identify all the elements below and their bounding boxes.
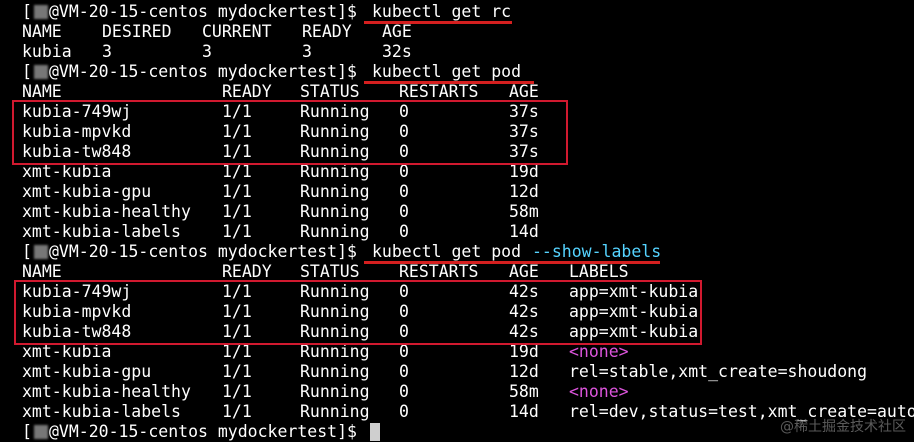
pod-cell: 0 — [399, 382, 409, 401]
pod-cell: 58m — [509, 202, 539, 221]
pod-cell: 14d — [509, 222, 539, 241]
prompt-host: @VM-20-15-centos mydockertest]$ — [49, 422, 357, 441]
pod-cell: 14d — [509, 402, 539, 421]
pod-labels-header-cell: NAME — [22, 262, 62, 281]
pod-cell: 0 — [399, 402, 409, 421]
pod-header-cell: NAME — [22, 82, 62, 101]
pod-cell: 1/1 — [222, 402, 252, 421]
pod-cell: 1/1 — [222, 182, 252, 201]
prompt-bracket: [ — [22, 422, 32, 441]
pod-cell: 12d — [509, 362, 539, 381]
prompt-bracket: [ — [22, 62, 32, 81]
pod-cell: xmt-kubia — [22, 162, 112, 181]
redacted-username — [34, 5, 48, 19]
red-highlight-box — [12, 100, 568, 165]
terminal-window[interactable]: [ @VM-20-15-centos mydockertest]$ kubectl … — [0, 0, 914, 441]
pod-labels-header-cell: RESTARTS — [399, 262, 479, 281]
command-text: kubectl get rc — [372, 2, 512, 21]
pod-cell: xmt-kubia-healthy — [22, 202, 191, 221]
pod-cell: xmt-kubia-labels — [22, 222, 181, 241]
pod-cell: Running — [300, 162, 370, 181]
rc-header-cell: READY — [302, 22, 352, 41]
rc-header-cell: CURRENT — [202, 22, 272, 41]
pod-label-cell: <none> — [569, 342, 629, 361]
text-cursor[interactable] — [370, 423, 380, 441]
pod-cell: 0 — [399, 162, 409, 181]
pod-cell: 58m — [509, 382, 539, 401]
pod-cell: xmt-kubia-healthy — [22, 382, 191, 401]
pod-cell: 0 — [399, 222, 409, 241]
pod-cell: 1/1 — [222, 222, 252, 241]
pod-labels-header-cell: AGE — [509, 262, 539, 281]
pod-label-cell: <none> — [569, 382, 629, 401]
redacted-username — [34, 65, 48, 79]
pod-cell: 0 — [399, 362, 409, 381]
pod-cell: 0 — [399, 202, 409, 221]
rc-header-cell: DESIRED — [102, 22, 172, 41]
prompt-host: @VM-20-15-centos mydockertest]$ — [49, 62, 357, 81]
pod-cell: Running — [300, 342, 370, 361]
pod-cell: 1/1 — [222, 202, 252, 221]
rc-header-cell: NAME — [22, 22, 62, 41]
rc-cell: 32s — [382, 42, 412, 61]
pod-cell: 12d — [509, 182, 539, 201]
pod-cell: Running — [300, 362, 370, 381]
prompt-host: @VM-20-15-centos mydockertest]$ — [49, 2, 357, 21]
pod-labels-header-cell: STATUS — [300, 262, 360, 281]
watermark: @稀土掘金技术社区 — [780, 419, 906, 435]
red-highlight-box — [14, 280, 702, 345]
prompt-bracket: [ — [22, 2, 32, 21]
redacted-username — [34, 245, 48, 259]
pod-cell: Running — [300, 222, 370, 241]
rc-cell: 3 — [102, 42, 112, 61]
command-flag: --show-labels — [532, 242, 662, 261]
pod-cell: 0 — [399, 182, 409, 201]
rc-cell: 3 — [302, 42, 312, 61]
pod-cell: Running — [300, 382, 370, 401]
prompt-host: @VM-20-15-centos mydockertest]$ — [49, 242, 357, 261]
pod-cell: 1/1 — [222, 162, 252, 181]
pod-cell: xmt-kubia-gpu — [22, 182, 152, 201]
pod-cell: xmt-kubia — [22, 342, 112, 361]
pod-label-cell: rel=stable,xmt_create=shoudong — [569, 362, 868, 381]
rc-cell: kubia — [22, 42, 72, 61]
pod-cell: xmt-kubia-labels — [22, 402, 181, 421]
redacted-username — [34, 425, 48, 439]
pod-cell: 1/1 — [222, 362, 252, 381]
pod-cell: 19d — [509, 342, 539, 361]
pod-header-cell: RESTARTS — [399, 82, 479, 101]
pod-cell: xmt-kubia-gpu — [22, 362, 152, 381]
pod-header-cell: AGE — [509, 82, 539, 101]
pod-labels-header-cell: LABELS — [569, 262, 629, 281]
pod-cell: Running — [300, 402, 370, 421]
pod-cell: 0 — [399, 342, 409, 361]
pod-cell: 1/1 — [222, 342, 252, 361]
rc-cell: 3 — [202, 42, 212, 61]
pod-cell: Running — [300, 202, 370, 221]
pod-cell: 19d — [509, 162, 539, 181]
rc-header-cell: AGE — [382, 22, 412, 41]
command-text: kubectl get pod — [372, 242, 522, 261]
pod-cell: 1/1 — [222, 382, 252, 401]
pod-labels-header-cell: READY — [222, 262, 272, 281]
pod-header-cell: STATUS — [300, 82, 360, 101]
pod-cell: Running — [300, 182, 370, 201]
prompt-bracket: [ — [22, 242, 32, 261]
command-text: kubectl get pod — [372, 62, 522, 81]
pod-header-cell: READY — [222, 82, 272, 101]
